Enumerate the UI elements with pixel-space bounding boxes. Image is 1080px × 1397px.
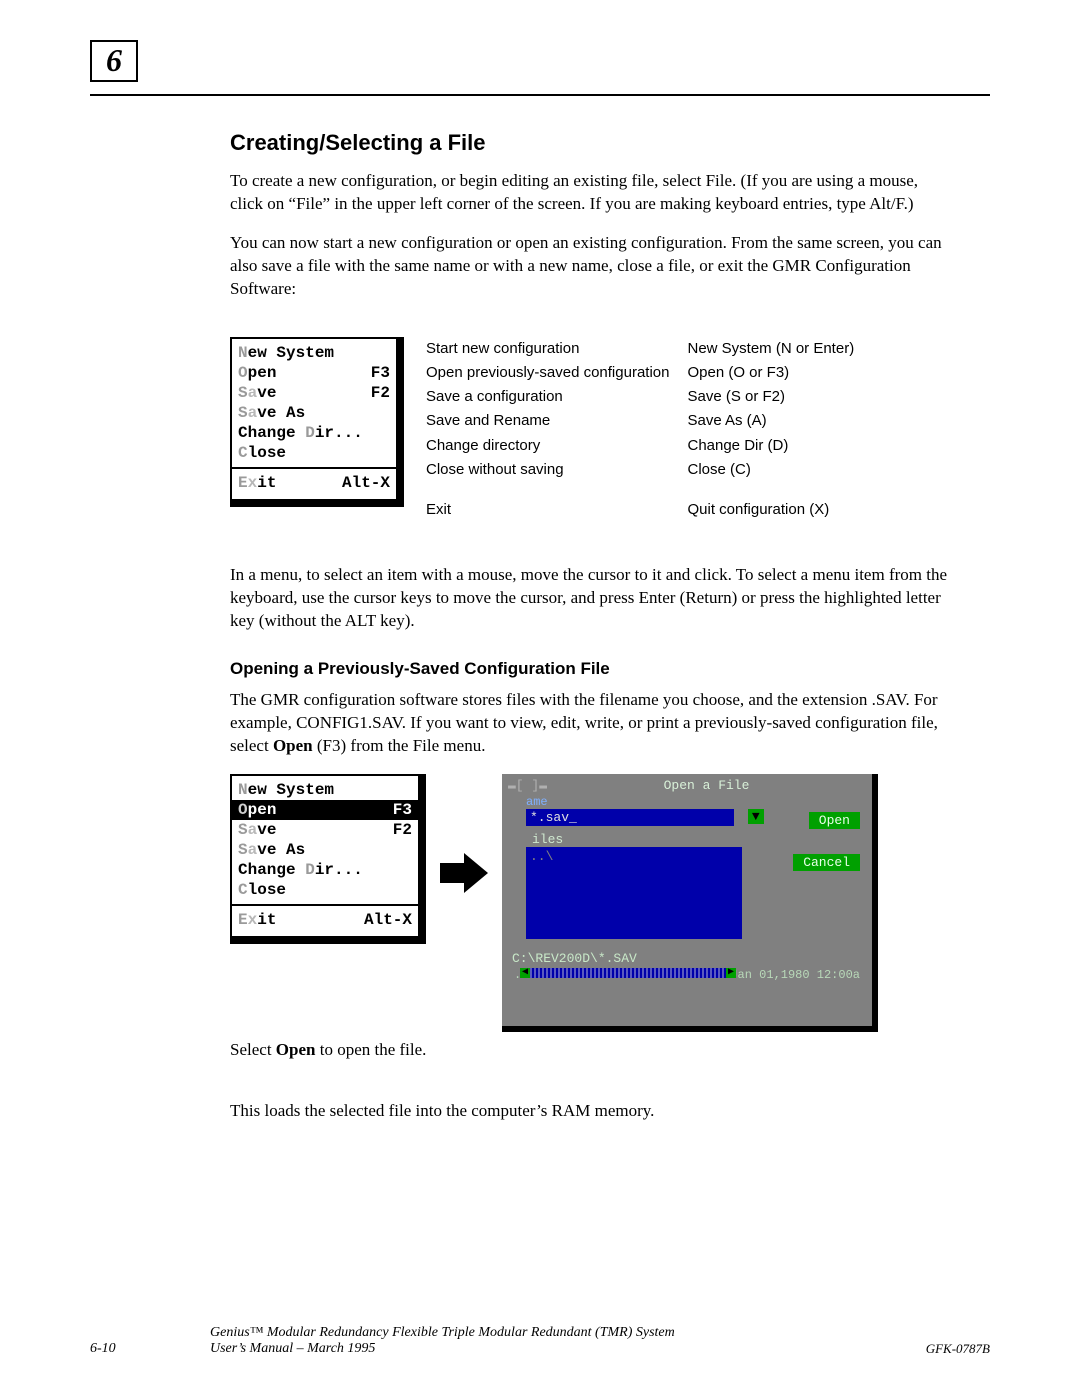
menu-item-close[interactable]: Close [238,443,390,463]
menu-item-save[interactable]: SaveF2 [238,383,390,403]
file-menu: New System OpenF3 SaveF2 Save As Change … [230,774,420,938]
footer-doc-number: GFK-0787B [926,1341,990,1357]
paragraph: The GMR configuration software stores fi… [230,689,950,758]
subsection-title: Opening a Previously-Saved Configuration… [230,659,950,679]
table-row: Change directoryChange Dir (D) [426,434,872,458]
paragraph: In a menu, to select an item with a mous… [230,564,950,633]
dialog-title: ▬[ ]▬Open a File [508,778,866,793]
menu-item-saveas[interactable]: Save As [238,403,390,423]
menu-item-changedir[interactable]: Change Dir... [238,423,390,443]
files-label: iles [532,832,866,847]
table-row: Save a configurationSave (S or F2) [426,385,872,409]
open-button[interactable]: Open [809,812,860,829]
open-file-dialog: ▬[ ]▬Open a File ame *.sav_ ▼ Open Cance… [502,774,872,1026]
paragraph: To create a new configuration, or begin … [230,170,950,216]
page-footer: 6-10 Genius™ Modular Redundancy Flexible… [90,1325,990,1357]
cancel-button[interactable]: Cancel [793,854,860,871]
paragraph: This loads the selected file into the co… [230,1100,950,1123]
menu-item-open-selected[interactable]: OpenF3 [232,800,418,820]
file-menu: New System OpenF3 SaveF2 Save As Change … [230,337,398,501]
dropdown-icon[interactable]: ▼ [748,809,764,824]
open-file-dialog-screenshot: ▬[ ]▬Open a File ame *.sav_ ▼ Open Cance… [502,774,878,1032]
scroll-right-icon[interactable]: ▶ [726,968,736,978]
list-item[interactable]: ..\ [530,849,738,864]
menu-separator [232,904,418,906]
content: Creating/Selecting a File To create a ne… [230,130,950,1139]
section-title: Creating/Selecting a File [230,130,950,156]
figure-open-dialog: New System OpenF3 SaveF2 Save As Change … [230,774,950,1032]
table-row: Start new configurationNew System (N or … [426,337,872,361]
menu-item-new[interactable]: New System [238,343,390,363]
table-row: Open previously-saved configurationOpen … [426,361,872,385]
file-list[interactable]: ..\ [526,847,742,939]
paragraph: You can now start a new configuration or… [230,232,950,301]
page-number: 6-10 [90,1341,210,1357]
filename-input[interactable]: *.sav_ [526,809,734,826]
horizontal-scrollbar[interactable]: ◀ ▶ [520,968,736,978]
current-path: C:\REV200D\*.SAV [512,951,866,966]
table-row: Close without savingClose (C) [426,458,872,482]
menu-item-saveas[interactable]: Save As [238,840,412,860]
menu-item-changedir[interactable]: Change Dir... [238,860,412,880]
arrow-right-icon [440,853,488,893]
menu-item-new[interactable]: New System [238,780,412,800]
file-menu-screenshot: New System OpenF3 SaveF2 Save As Change … [230,774,426,944]
menu-item-exit[interactable]: ExitAlt-X [238,910,412,930]
menu-item-exit[interactable]: ExitAlt-X [238,473,390,493]
menu-description-table: Start new configurationNew System (N or … [426,337,872,523]
menu-item-save[interactable]: SaveF2 [238,820,412,840]
page: 6 Creating/Selecting a File To create a … [0,0,1080,1397]
scroll-track[interactable] [530,968,726,978]
name-label: ame [526,795,866,809]
figure-menu-with-table: New System OpenF3 SaveF2 Save As Change … [230,337,950,523]
chapter-number: 6 [90,40,138,82]
menu-separator [232,467,396,469]
scroll-left-icon[interactable]: ◀ [520,968,530,978]
footer-title: Genius™ Modular Redundancy Flexible Trip… [210,1325,926,1357]
table-row: Save and RenameSave As (A) [426,409,872,433]
table-row: ExitQuit configuration (X) [426,482,872,522]
chapter-rule [90,94,990,96]
menu-item-open[interactable]: OpenF3 [238,363,390,383]
file-menu-screenshot: New System OpenF3 SaveF2 Save As Change … [230,337,404,507]
menu-item-close[interactable]: Close [238,880,412,900]
caption: Select Open to open the file. [230,1040,950,1060]
